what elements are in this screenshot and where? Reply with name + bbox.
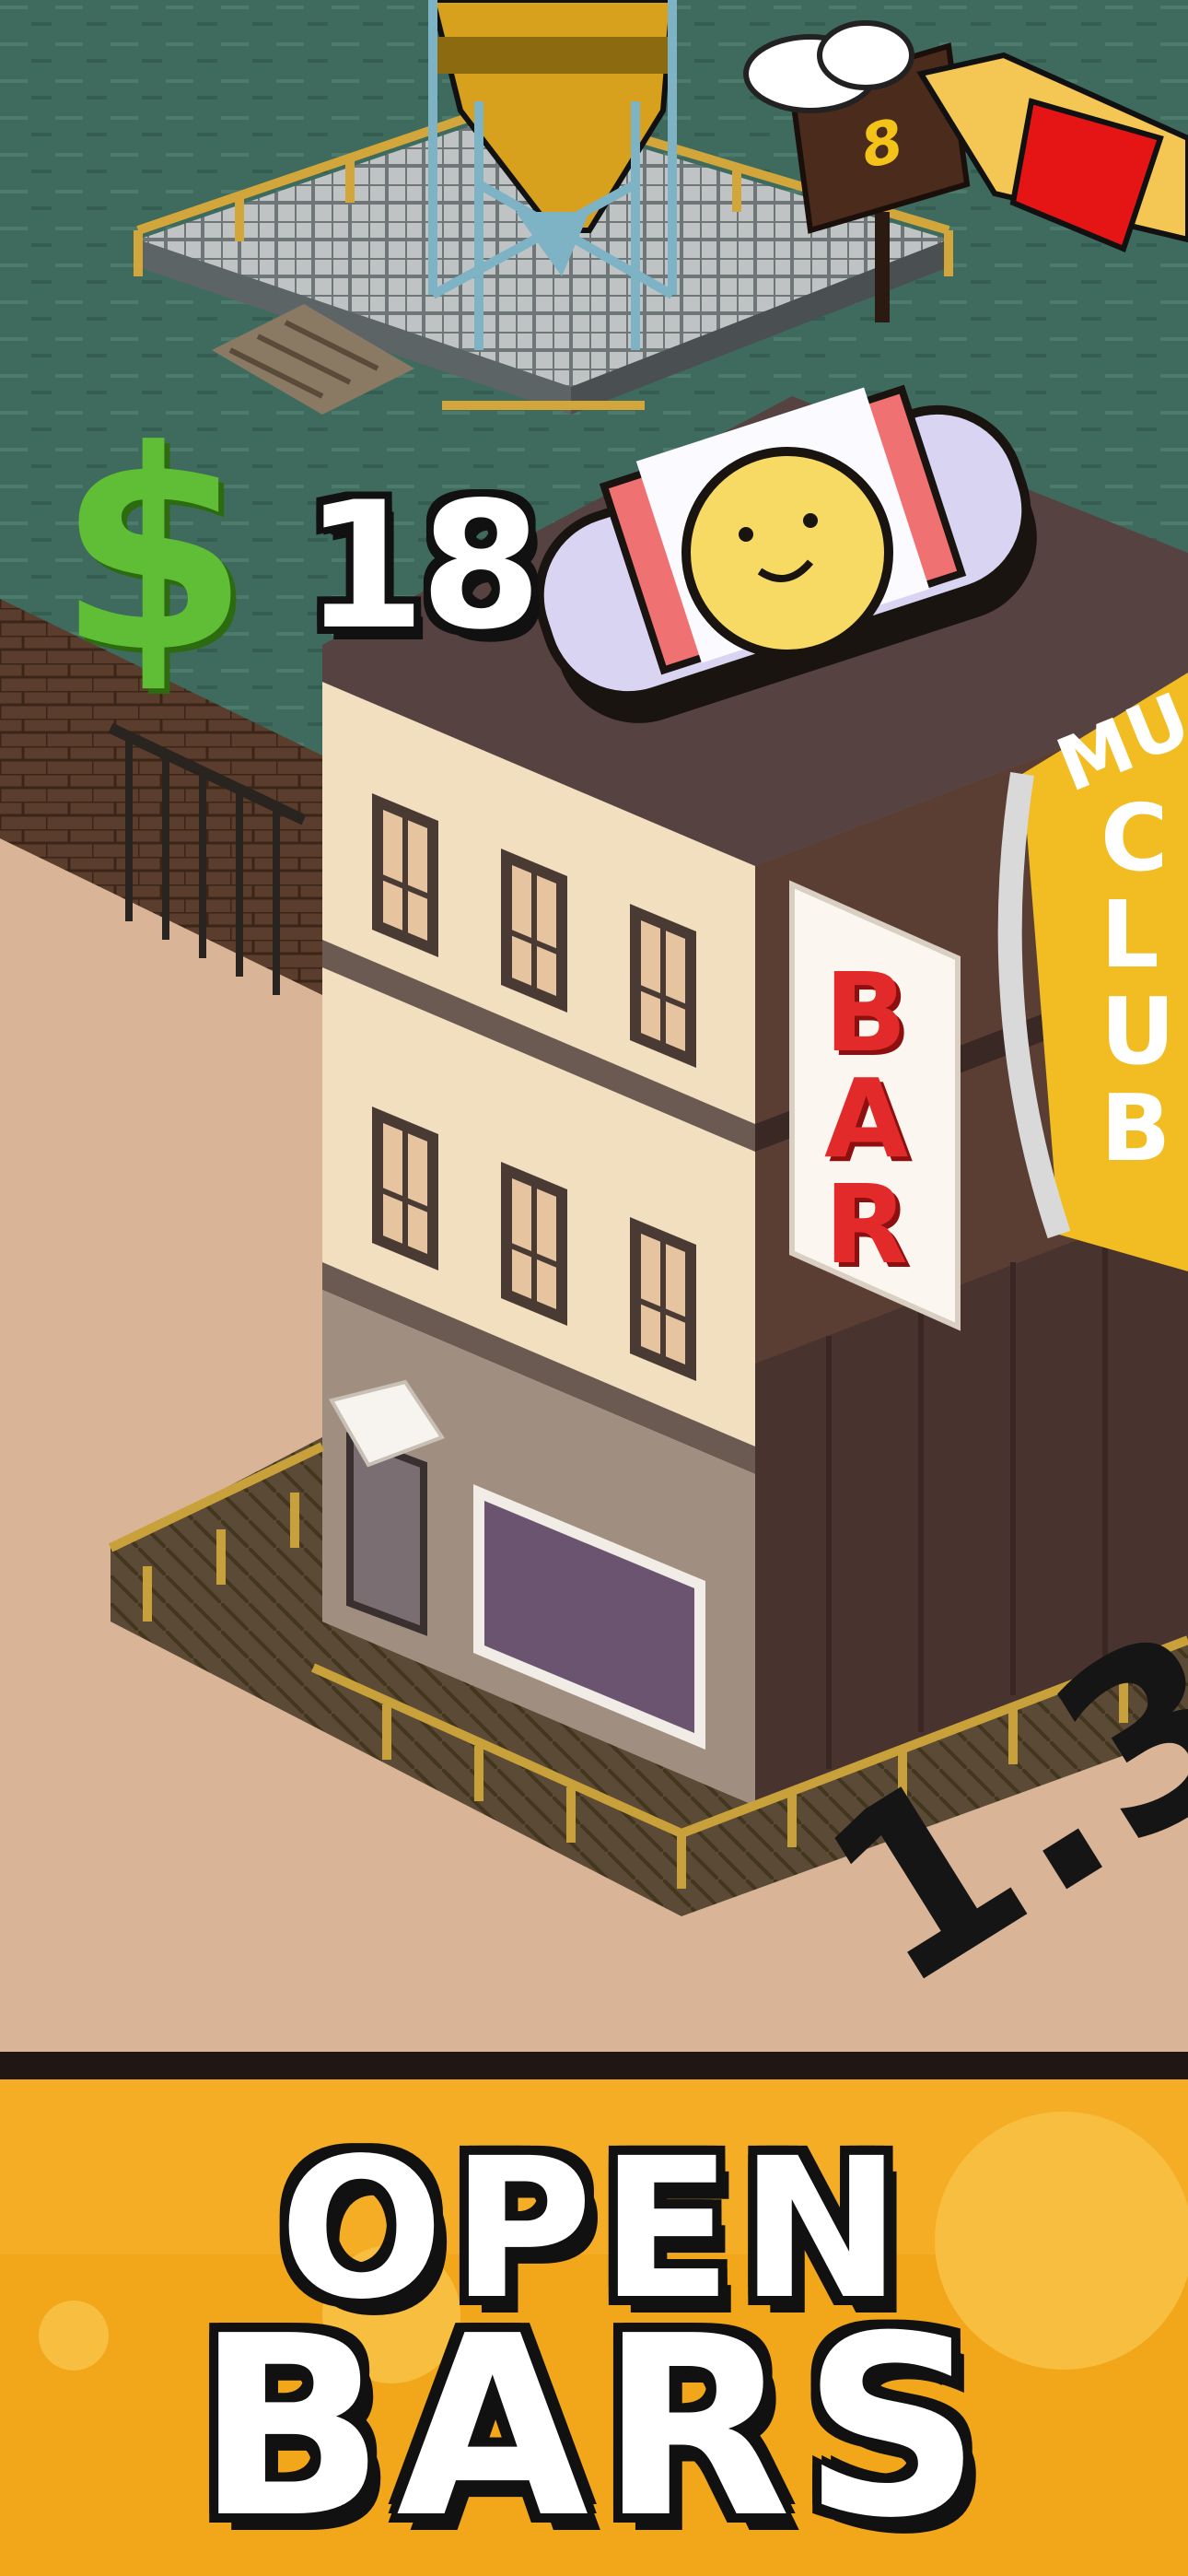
club-banner-letter: C [1101,784,1169,892]
club-banner-letter: B [1101,1074,1171,1182]
club-banner-letter: L [1101,881,1159,989]
build-cost[interactable]: 18 [304,479,542,654]
banner-border [0,2052,1188,2079]
bar-sign-letter-a: A [824,1055,909,1182]
tower-level-number: 8 [855,107,910,182]
club-banner-letter: U [1101,978,1176,1085]
tower-level-badge: 8 [783,47,983,242]
currency-icon: $ [57,392,250,713]
bar-sign-letter-b: B [824,949,907,1076]
bar-sign-letter-r: R [824,1161,908,1288]
building-door [346,1432,427,1636]
headline-line-2: BARS [195,2282,993,2572]
promo-banner: OPEN BARS [0,2052,1188,2576]
